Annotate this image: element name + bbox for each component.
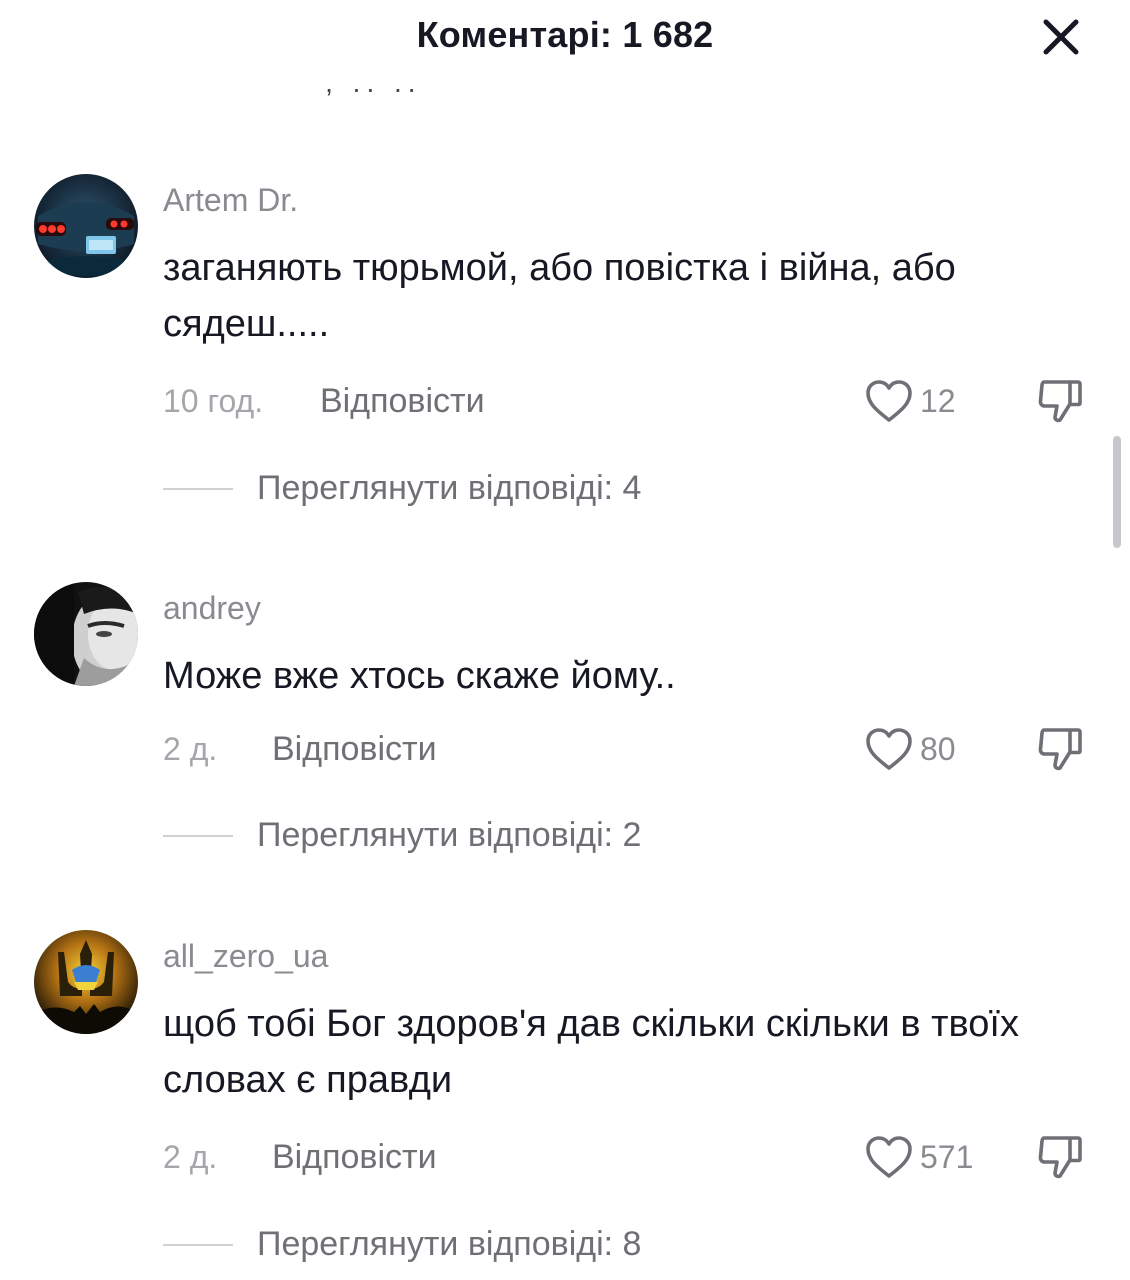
- comment-meta-row: 2 д. Відповісти 80: [0, 724, 1130, 774]
- scrollbar[interactable]: [1113, 436, 1121, 548]
- comment-meta-row: 10 год. Відповісти 12: [0, 376, 1130, 426]
- dislike-button[interactable]: [1036, 724, 1084, 774]
- view-replies-button[interactable]: Переглянути відповіді: 4: [163, 463, 763, 513]
- comment-timestamp: 10 год.: [163, 383, 264, 419]
- comments-count-title: Коментарі: 1 682: [416, 14, 714, 55]
- close-icon: [1043, 19, 1079, 55]
- view-replies-button[interactable]: Переглянути відповіді: 2: [163, 810, 763, 860]
- comments-header: Коментарі: 1 682: [0, 0, 1130, 80]
- comment-text: Може вже хтось скаже йому..: [163, 655, 676, 697]
- car-rear-lights-avatar: [34, 174, 138, 278]
- thumbs-down-icon: [1038, 728, 1082, 771]
- user-avatar[interactable]: [34, 582, 138, 686]
- comment-meta-row: 2 д. Відповісти 571: [0, 1132, 1130, 1182]
- comment-text: заганяють тюрьмой, або повістка і війна,…: [163, 247, 956, 345]
- user-avatar[interactable]: [34, 174, 138, 278]
- view-replies-button[interactable]: Переглянути відповіді: 8: [163, 1219, 763, 1269]
- clipped-previous-comment: ' , .. ..: [300, 80, 422, 98]
- heart-icon: [866, 380, 912, 422]
- face-avatar: [34, 582, 138, 686]
- heart-icon: [866, 728, 912, 770]
- view-replies-label: Переглянути відповіді: 4: [257, 469, 642, 507]
- reply-button[interactable]: Відповісти: [272, 724, 437, 774]
- comment-timestamp: 2 д.: [163, 1139, 218, 1175]
- thumbs-down-icon: [1038, 380, 1082, 423]
- dislike-button[interactable]: [1036, 1132, 1084, 1182]
- view-replies-label: Переглянути відповіді: 2: [257, 816, 642, 854]
- comment-text: щоб тобі Бог здоров'я дав скільки скільк…: [163, 1003, 1019, 1101]
- reply-button[interactable]: Відповісти: [320, 376, 485, 426]
- user-avatar[interactable]: [34, 930, 138, 1034]
- replies-divider-line: [163, 835, 233, 837]
- comment-username[interactable]: Artem Dr.: [163, 182, 298, 219]
- reply-button[interactable]: Відповісти: [272, 1132, 437, 1182]
- comment-username[interactable]: andrey: [163, 590, 261, 627]
- view-replies-label: Переглянути відповіді: 8: [257, 1225, 642, 1263]
- replies-divider-line: [163, 488, 233, 490]
- close-button[interactable]: [1040, 16, 1082, 58]
- thumbs-down-icon: [1038, 1136, 1082, 1179]
- like-count: 571: [920, 1139, 974, 1175]
- dislike-button[interactable]: [1036, 376, 1084, 426]
- comment-username[interactable]: all_zero_ua: [163, 938, 328, 975]
- like-count: 12: [920, 383, 956, 419]
- replies-divider-line: [163, 1244, 233, 1246]
- like-count: 80: [920, 731, 956, 767]
- trident-avatar: [34, 930, 138, 1034]
- comment-timestamp: 2 д.: [163, 731, 218, 767]
- heart-icon: [866, 1136, 912, 1178]
